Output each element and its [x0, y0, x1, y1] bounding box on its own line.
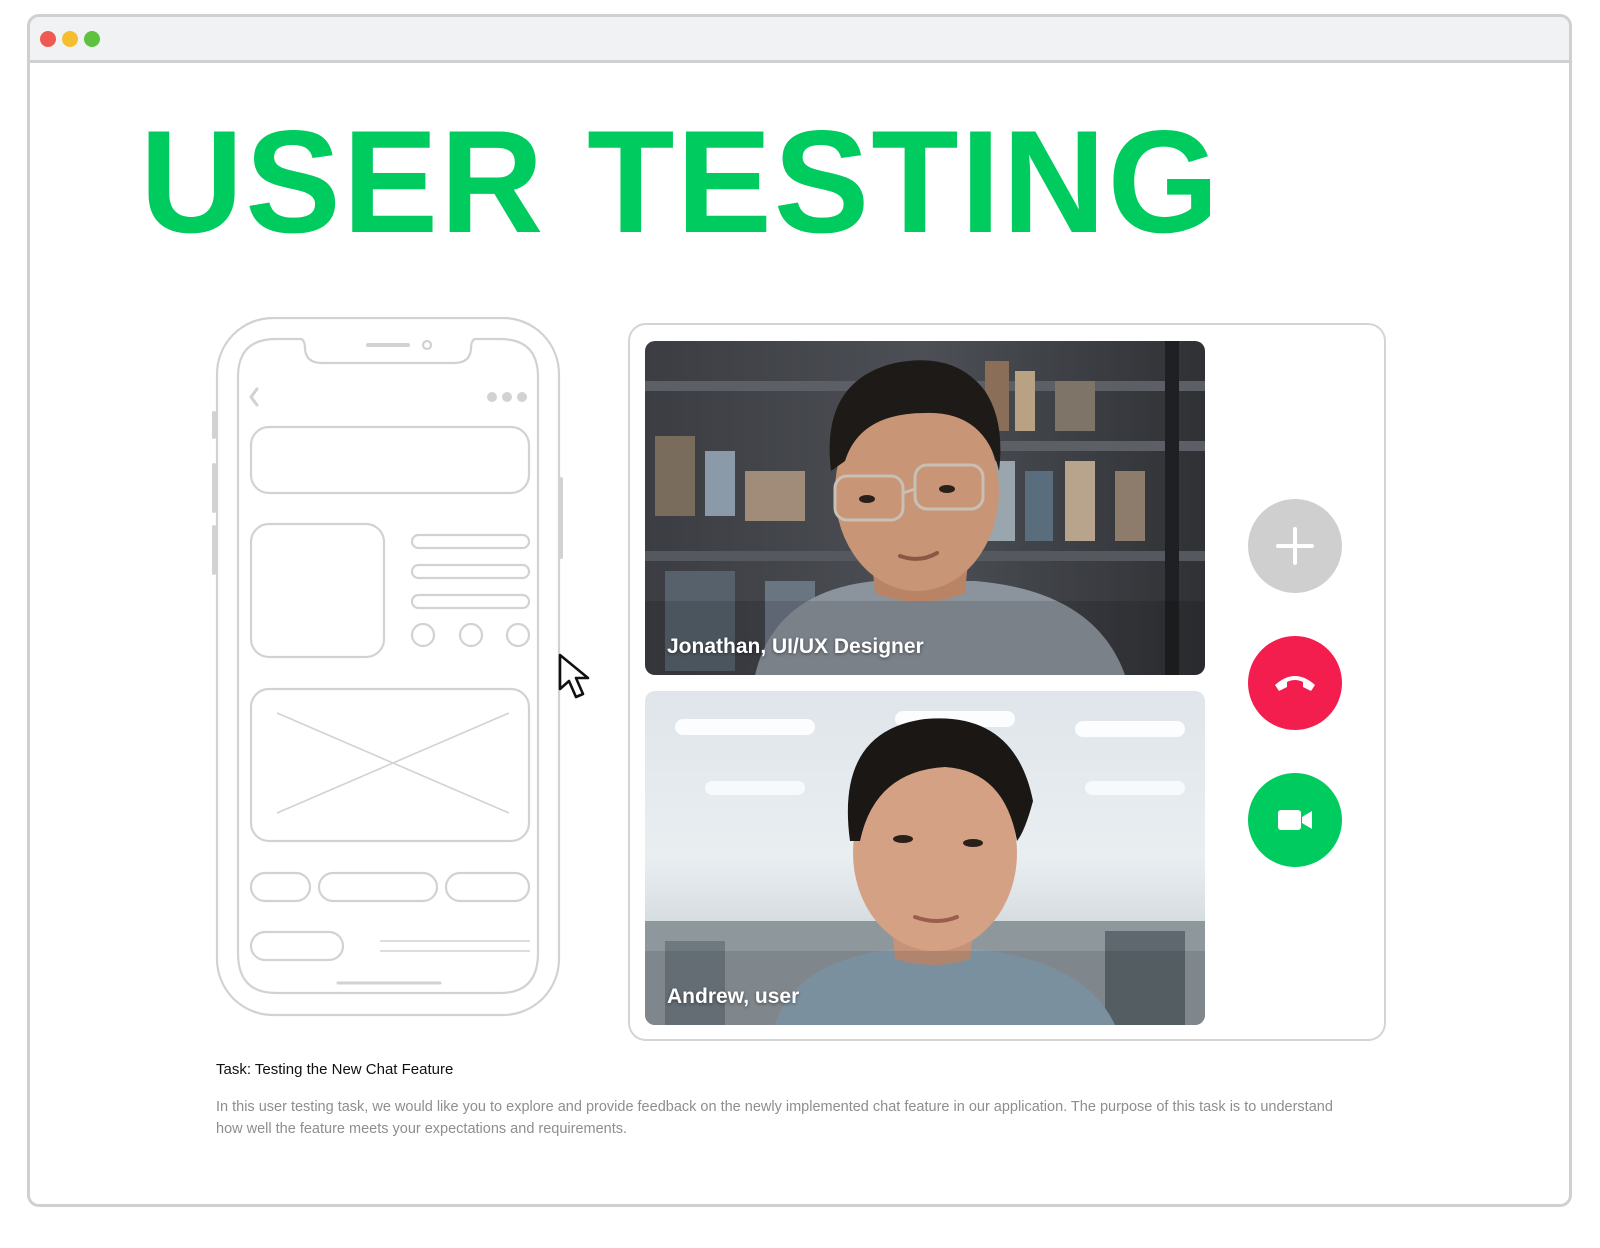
minimize-window-button[interactable]: [62, 31, 78, 47]
more-dots-icon: [487, 392, 527, 402]
back-chevron-icon: [249, 387, 259, 407]
phone-wireframe: [210, 317, 576, 1057]
browser-window: USER TESTING Jonathan, UI/UX Designer An…: [27, 14, 1572, 1207]
toggle-video-button[interactable]: [1248, 773, 1342, 867]
image-placeholder-icon: [249, 687, 531, 843]
maximize-window-button[interactable]: [84, 31, 100, 47]
close-window-button[interactable]: [40, 31, 56, 47]
end-call-button[interactable]: [1248, 636, 1342, 730]
page-title: USER TESTING: [140, 100, 1221, 263]
add-participant-button[interactable]: [1248, 499, 1342, 593]
participant-name-label: Andrew, user: [667, 985, 800, 1008]
participant-video: [645, 691, 1205, 1025]
participant-name-label: Jonathan, UI/UX Designer: [667, 635, 924, 658]
phone-hangup-icon: [1275, 676, 1315, 691]
participant-video: [645, 341, 1205, 675]
mouse-pointer-icon: [558, 653, 602, 706]
task-title: Task: Testing the New Chat Feature: [216, 1061, 454, 1078]
task-description: In this user testing task, we would like…: [216, 1099, 1333, 1137]
plus-icon: [1276, 527, 1314, 565]
video-tile-jonathan[interactable]: Jonathan, UI/UX Designer: [645, 341, 1205, 675]
video-tile-andrew[interactable]: Andrew, user: [645, 691, 1205, 1025]
window-titlebar: [30, 17, 1569, 63]
video-call-panel: Jonathan, UI/UX Designer Andrew, user: [628, 323, 1386, 1041]
video-camera-icon: [1278, 810, 1312, 830]
